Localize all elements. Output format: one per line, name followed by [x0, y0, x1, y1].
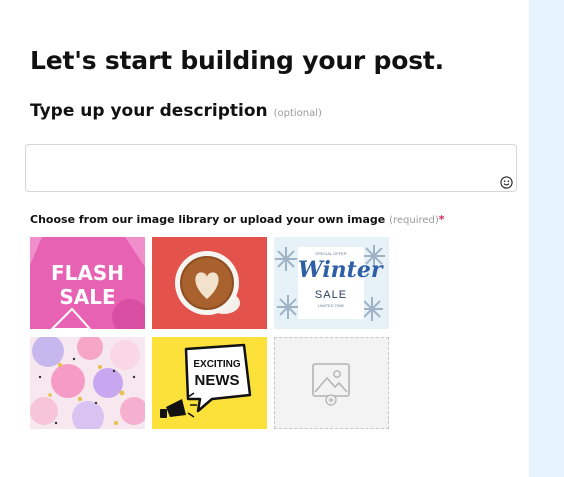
- emoji-picker-button[interactable]: [499, 175, 513, 189]
- image-option-exciting-news[interactable]: EXCITING NEWS: [152, 337, 267, 429]
- image-library-required-hint: (required): [389, 215, 439, 226]
- image-library-label-text: Choose from our image library or upload …: [30, 213, 386, 226]
- image-option-winter-sale[interactable]: SPECIAL OFFER Winter SALE LIMITED TIME: [274, 237, 389, 329]
- description-input[interactable]: [25, 144, 517, 192]
- flash-sale-line2: SALE: [59, 285, 116, 309]
- image-option-pastel-dots[interactable]: [30, 337, 145, 429]
- image-option-coffee-latte-art[interactable]: [152, 237, 267, 329]
- description-label: Type up your description (optional): [30, 101, 322, 121]
- winter-script: Winter: [298, 257, 383, 283]
- exciting-news-line1: EXCITING: [193, 359, 241, 370]
- winter-small-bottom: LIMITED TIME: [317, 303, 345, 308]
- image-upload-icon: [312, 363, 350, 406]
- smiley-icon: [499, 175, 513, 189]
- description-label-text: Type up your description: [30, 101, 268, 121]
- exciting-news-line2: NEWS: [194, 372, 240, 389]
- post-builder-panel: Let's start building your post. Type up …: [0, 0, 529, 477]
- description-optional-hint: (optional): [273, 108, 322, 119]
- upload-image-button[interactable]: [274, 337, 389, 429]
- flash-sale-line1: FLASH: [50, 261, 125, 285]
- page-title: Let's start building your post.: [30, 46, 444, 75]
- winter-small-top: SPECIAL OFFER: [315, 251, 347, 256]
- pastel-dots-graphic: [30, 337, 145, 429]
- image-option-flash-sale[interactable]: FLASH SALE: [30, 237, 145, 329]
- required-asterisk: *: [438, 213, 445, 226]
- image-library-label: Choose from our image library or upload …: [30, 213, 445, 226]
- coffee-cup-graphic: [175, 251, 240, 315]
- side-strip: [529, 0, 564, 477]
- winter-sale-word: SALE: [314, 289, 348, 301]
